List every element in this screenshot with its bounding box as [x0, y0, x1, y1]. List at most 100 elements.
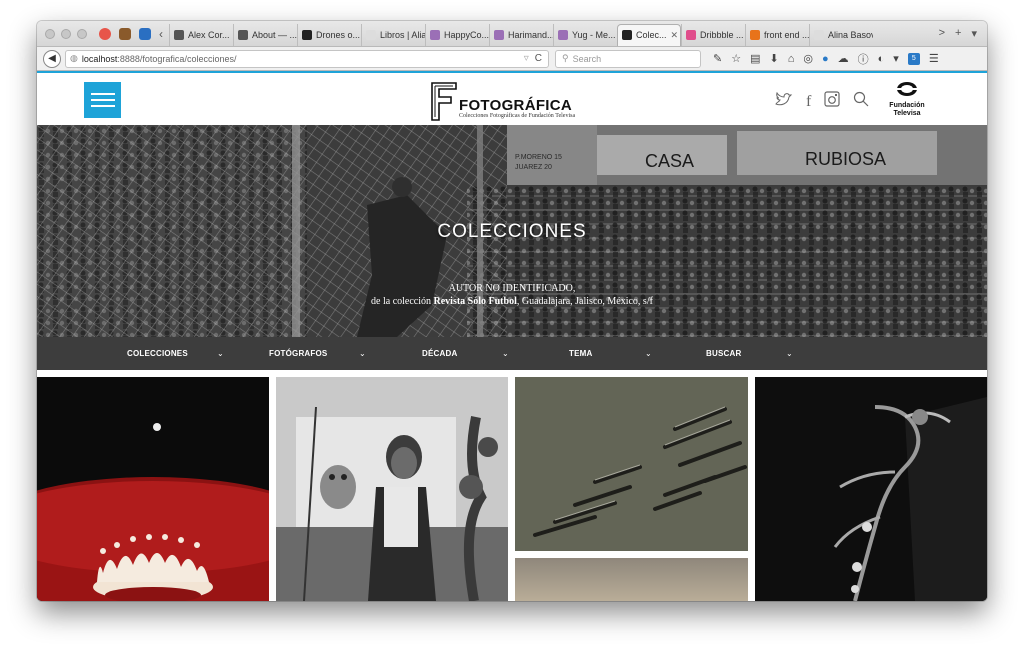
- browser-tab[interactable]: Yug - Me...: [553, 23, 617, 46]
- instagram-icon[interactable]: [824, 91, 840, 112]
- hamburger-menu-button[interactable]: [84, 82, 121, 118]
- home-icon[interactable]: ⌂: [788, 53, 795, 65]
- tab-strip: Alex Cor... About — ... Drones o... Libros …: [169, 22, 873, 46]
- filter-fotgrafos-dropdown[interactable]: FOTÓGRAFOS: [269, 337, 327, 370]
- toolbar-icons: ✎ ☆ ▤ ⬇ ⌂ ◎ ● ☁ ⓘ ◐ ▾ 5 ☰: [713, 51, 939, 67]
- browser-tab[interactable]: Alex Cor...: [169, 23, 233, 46]
- search-placeholder: Search: [572, 53, 602, 64]
- fotografica-logo-icon: [431, 82, 457, 121]
- fundacion-label: Fundación: [889, 102, 925, 109]
- chevron-down-icon[interactable]: ⌄: [645, 337, 652, 370]
- collection-link[interactable]: Revista Sólo Futbol: [434, 296, 517, 307]
- tab-label: Colec...: [636, 30, 667, 40]
- tab-label: Yug - Me...: [572, 29, 616, 40]
- back-button[interactable]: ◀: [43, 49, 61, 68]
- chevron-down-icon[interactable]: ⌄: [502, 337, 509, 370]
- filter-colecciones-dropdown[interactable]: COLECCIONES: [127, 337, 188, 370]
- tab-list-icon[interactable]: ▾: [971, 27, 977, 40]
- badge-extension-icon[interactable]: 5: [907, 52, 920, 65]
- search-icon[interactable]: [853, 91, 869, 112]
- more-tabs-icon[interactable]: >: [939, 27, 945, 40]
- info-icon[interactable]: ⓘ: [858, 51, 869, 67]
- reload-icon[interactable]: ▿ C: [524, 53, 542, 64]
- tab-label: Drones o...: [316, 29, 361, 40]
- zoom-window-button[interactable]: [77, 28, 87, 39]
- tab-label: About — ...: [252, 29, 297, 40]
- pinned-tab-icon[interactable]: [119, 27, 131, 40]
- filter-buscar-dropdown[interactable]: BUSCAR: [706, 337, 741, 370]
- tab-favicon-icon: [302, 29, 312, 40]
- chevron-down-icon[interactable]: ⌄: [217, 337, 224, 370]
- tab-favicon-icon: [750, 29, 760, 40]
- menu-line: [90, 93, 115, 95]
- tab-label: Libros | Alias: [380, 29, 425, 40]
- navigation-bar: ◀ ◍ localhost:8888/fotografica/coleccion…: [37, 47, 987, 71]
- brand-title: FOTOGRÁFICA: [459, 97, 573, 114]
- tab-favicon-icon: [366, 29, 376, 40]
- bookmark-star-icon[interactable]: ☆: [731, 52, 741, 65]
- fundacion-televisa-logo[interactable]: Fundación Televisa: [885, 81, 929, 121]
- browser-tab[interactable]: front end ...: [745, 23, 809, 46]
- color-picker-icon[interactable]: ◐: [878, 53, 885, 65]
- landscape-photo: [515, 558, 748, 601]
- new-tab-button[interactable]: +: [955, 27, 961, 40]
- tab-label: Alex Cor...: [188, 29, 230, 40]
- window-controls: [45, 28, 87, 39]
- wrench-icon[interactable]: ✎: [713, 52, 722, 65]
- gallery-tile-skeleton[interactable]: [755, 377, 987, 601]
- tab-favicon-icon: [174, 29, 184, 40]
- tab-label: Alina Basova ...: [828, 29, 873, 40]
- hero-title: COLECCIONES: [437, 221, 587, 242]
- tab-favicon-icon: [238, 29, 248, 40]
- pinned-tab-trello-icon[interactable]: [139, 27, 151, 40]
- filter-label: TEMA: [569, 349, 593, 358]
- tab-favicon-icon: [558, 29, 568, 40]
- reading-list-icon[interactable]: ▤: [750, 52, 760, 65]
- facebook-icon[interactable]: f: [806, 93, 811, 111]
- gallery-tile-landscape[interactable]: [515, 558, 748, 601]
- browser-tab[interactable]: HappyCo...: [425, 23, 489, 46]
- twitter-icon[interactable]: [775, 91, 793, 112]
- tab-favicon-icon: [686, 29, 696, 40]
- skeleton-photo: [755, 377, 987, 601]
- minimize-window-button[interactable]: [61, 28, 71, 39]
- browser-tab[interactable]: Harimand...: [489, 23, 553, 46]
- chat-icon[interactable]: ☁: [838, 52, 849, 65]
- extension-blue-icon[interactable]: ●: [822, 53, 829, 65]
- menu-icon[interactable]: ☰: [929, 52, 939, 65]
- social-links: f: [775, 91, 869, 112]
- search-icon: ⚲: [562, 53, 569, 63]
- browser-tab[interactable]: Alina Basova ...: [809, 23, 873, 46]
- chevron-down-icon[interactable]: ⌄: [786, 337, 793, 370]
- televisa-logo-icon: [896, 82, 918, 96]
- chevron-down-icon[interactable]: ⌄: [359, 337, 366, 370]
- pocket-icon[interactable]: ▾: [893, 52, 899, 65]
- browser-tab[interactable]: About — ...: [233, 23, 297, 46]
- extension-icon[interactable]: ◎: [803, 52, 813, 65]
- close-tab-icon[interactable]: ✕: [671, 30, 679, 41]
- gallery-tile-woman-owl[interactable]: [276, 377, 508, 601]
- pinned-tab-icon[interactable]: [99, 27, 111, 40]
- tab-label: HappyCo...: [444, 29, 489, 40]
- tab-scroll-left-icon[interactable]: ‹: [159, 27, 163, 41]
- url-bar[interactable]: ◍ localhost:8888/fotografica/colecciones…: [65, 49, 549, 68]
- gallery-tile-milk-crown[interactable]: [37, 377, 269, 601]
- hero-caption-author: AUTOR NO IDENTIFICADO,: [448, 283, 576, 294]
- menu-line: [90, 105, 115, 107]
- close-window-button[interactable]: [45, 28, 55, 39]
- browser-tab[interactable]: Drones o...: [297, 23, 361, 46]
- globe-icon: ◍: [70, 53, 78, 63]
- gallery-tile-aerial-boats[interactable]: [515, 377, 748, 551]
- tab-favicon-icon: [494, 29, 504, 40]
- tab-active[interactable]: Colec... ✕: [617, 23, 681, 46]
- browser-tab[interactable]: Dribbble ...: [681, 23, 745, 46]
- site-logo[interactable]: FOTOGRÁFICA Colecciones Fotográficas de …: [429, 79, 604, 123]
- filter-dcada-dropdown[interactable]: DÉCADA: [422, 337, 457, 370]
- filter-tema-dropdown[interactable]: TEMA: [569, 337, 592, 370]
- filter-label: FOTÓGRAFOS: [269, 349, 328, 358]
- search-input[interactable]: ⚲ Search: [555, 49, 701, 68]
- browser-tab[interactable]: Libros | Alias: [361, 23, 425, 46]
- brand-subtitle: Colecciones Fotográficas de Fundación Te…: [459, 113, 576, 119]
- tab-label: front end ...: [764, 29, 809, 40]
- download-icon[interactable]: ⬇: [770, 52, 779, 65]
